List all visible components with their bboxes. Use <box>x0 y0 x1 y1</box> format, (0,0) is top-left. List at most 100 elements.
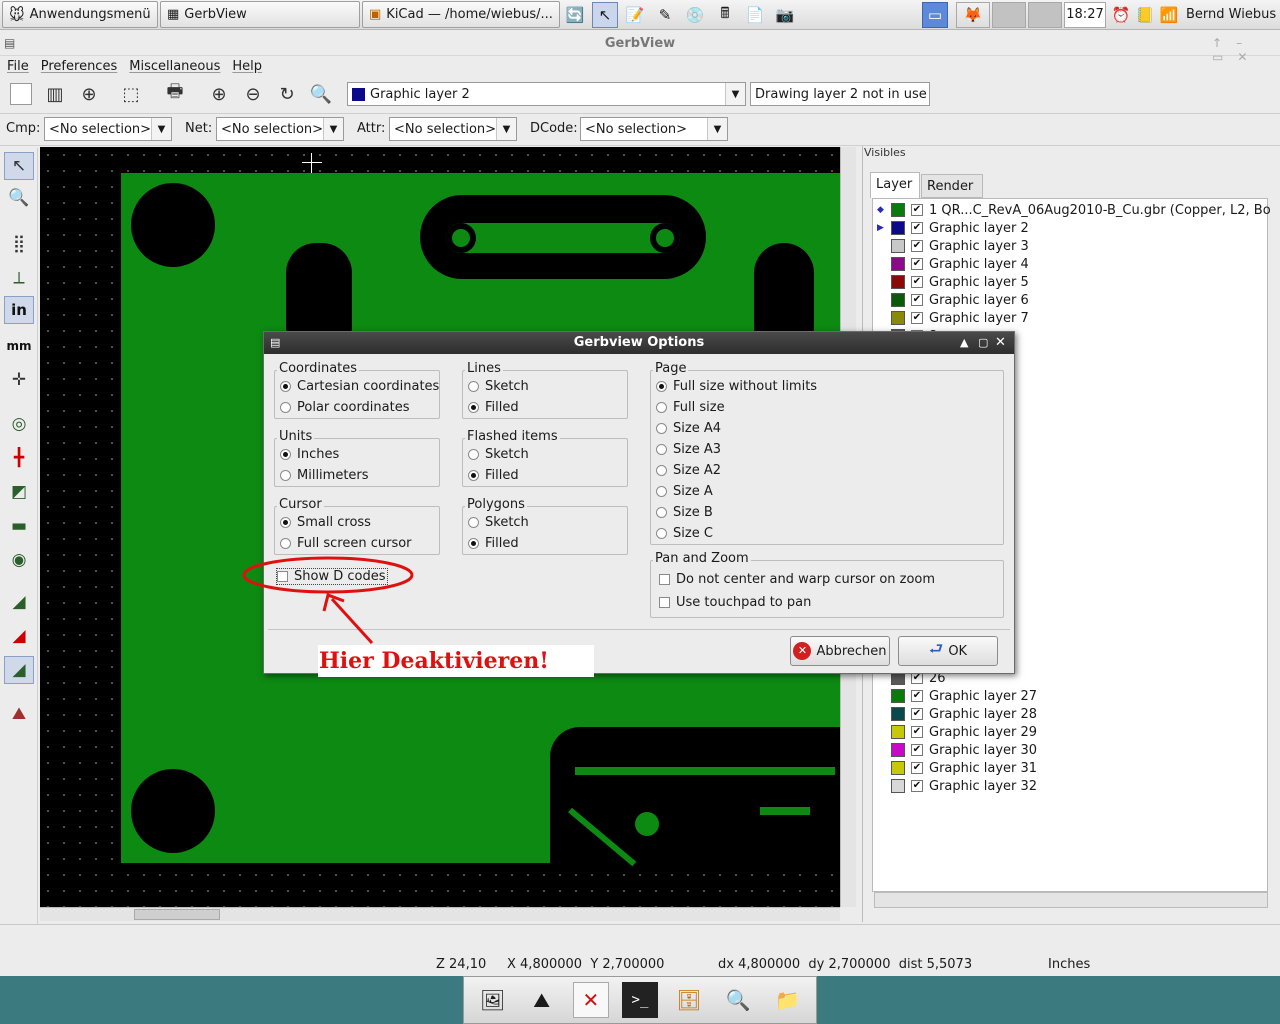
polar-radio[interactable]: Polar coordinates <box>280 400 410 415</box>
launcher-calculator-icon[interactable]: 🖩 <box>712 2 738 28</box>
inches-radio[interactable]: Inches <box>280 447 339 462</box>
redraw-button[interactable]: ↻ <box>272 80 302 108</box>
taskbar-window-gerbview[interactable]: ▦ GerbView <box>160 1 360 28</box>
layers-transparent-button[interactable]: ◢ <box>4 656 34 684</box>
attr-filter-combo[interactable]: <No selection> ▼ <box>389 117 517 141</box>
menu-preferences[interactable]: Preferences <box>41 59 117 74</box>
polygons-filled-radio[interactable]: Filled <box>468 536 519 551</box>
layer-row[interactable]: ✔ Graphic layer 6 <box>877 291 1029 309</box>
page-settings-button[interactable]: ⬚ <box>116 80 146 108</box>
layer-row[interactable]: ✔ Graphic layer 29 <box>877 723 1037 741</box>
layer-row[interactable]: ✔ Graphic layer 4 <box>877 255 1029 273</box>
small-cross-radio[interactable]: Small cross <box>280 515 371 530</box>
millimeters-radio[interactable]: Millimeters <box>280 468 369 483</box>
layer-select-combo[interactable]: Graphic layer 2 ▼ <box>347 82 746 106</box>
canvas-horizontal-scrollbar[interactable] <box>40 907 840 921</box>
layer-visibility-checkbox[interactable]: ✔ <box>911 780 923 792</box>
launcher-pointer-icon[interactable]: ↖ <box>592 2 618 28</box>
dialog-close-icon[interactable]: ✕ <box>995 332 1006 354</box>
layers-stacked-button[interactable]: ◢ <box>4 622 34 650</box>
launcher-screenshot-icon[interactable]: 📷 <box>772 2 798 28</box>
page-size-radio[interactable]: Size C <box>656 526 713 541</box>
full-screen-cursor-radio[interactable]: Full screen cursor <box>280 536 412 551</box>
lines-sketch-radio[interactable]: Sketch <box>468 379 529 394</box>
zoom-out-button[interactable]: ⊖ <box>238 80 268 108</box>
launcher-sync-icon[interactable]: 🔄 <box>562 2 588 28</box>
notes-tray-icon[interactable]: 📒 <box>1132 2 1158 28</box>
units-mm-button[interactable]: mm <box>4 332 34 360</box>
terminal-icon[interactable]: >_ <box>621 982 658 1018</box>
page-size-radio[interactable]: Full size <box>656 400 725 415</box>
horizontal-scroll-thumb[interactable] <box>134 909 220 920</box>
layer-list-horizontal-scrollbar[interactable] <box>874 892 1268 908</box>
folder-icon[interactable]: 📁 <box>769 982 805 1018</box>
layer-color-swatch[interactable] <box>891 221 905 235</box>
page-size-radio[interactable]: Size A2 <box>656 463 721 478</box>
file-cabinet-icon[interactable]: 🗄 <box>671 982 707 1018</box>
polygon-sketch-button[interactable]: ◩ <box>4 478 34 506</box>
layer-visibility-checkbox[interactable]: ✔ <box>911 240 923 252</box>
no-center-warp-checkbox[interactable]: Do not center and warp cursor on zoom <box>659 572 935 587</box>
dialog-maximize-icon[interactable]: ▢ <box>978 332 988 354</box>
ok-button[interactable]: ⮐ OK <box>898 636 998 666</box>
layer-row[interactable]: ✔ Graphic layer 28 <box>877 705 1037 723</box>
network-signal-icon[interactable]: 📶 <box>1156 2 1182 28</box>
layer-visibility-checkbox[interactable]: ✔ <box>911 726 923 738</box>
tab-render[interactable]: Render <box>921 174 983 198</box>
layers-normal-button[interactable]: ◢ <box>4 588 34 616</box>
polygons-sketch-radio[interactable]: Sketch <box>468 515 529 530</box>
flash-sketch-button[interactable]: ◎ <box>4 410 34 438</box>
launcher-disk-icon[interactable]: 💿 <box>682 2 708 28</box>
layer-row[interactable]: ✔ Graphic layer 32 <box>877 777 1037 795</box>
layer-color-swatch[interactable] <box>891 725 905 739</box>
layer-visibility-checkbox[interactable]: ✔ <box>911 744 923 756</box>
search-document-icon[interactable]: 🔍 <box>720 982 756 1018</box>
layer-visibility-checkbox[interactable]: ✔ <box>911 690 923 702</box>
window-minimize-icon[interactable]: – <box>1236 36 1256 50</box>
layer-visibility-checkbox[interactable]: ✔ <box>911 312 923 324</box>
layer-row[interactable]: ✔ Graphic layer 30 <box>877 741 1037 759</box>
net-filter-combo[interactable]: <No selection> ▼ <box>216 117 344 141</box>
workspace-1-icon[interactable]: ▭ <box>922 2 948 28</box>
menu-file[interactable]: File <box>7 59 29 74</box>
zoom-fit-button[interactable]: 🔍 <box>306 80 336 108</box>
layer-color-swatch[interactable] <box>891 293 905 307</box>
select-tool-button[interactable]: ↖ <box>4 152 34 180</box>
user-name[interactable]: Bernd Wiebus <box>1186 7 1276 22</box>
taskbar-window-kicad[interactable]: ▣ KiCad — /home/wiebus/... <box>362 1 560 28</box>
network-drive-icon[interactable]: ⛰ <box>524 982 560 1018</box>
workspace-4[interactable] <box>1028 2 1062 28</box>
layer-color-swatch[interactable] <box>891 743 905 757</box>
cursor-shape-button[interactable]: ✛ <box>4 366 34 394</box>
dcode-filter-combo[interactable]: <No selection> ▼ <box>580 117 728 141</box>
layer-color-swatch[interactable] <box>891 761 905 775</box>
cmp-filter-combo[interactable]: <No selection> ▼ <box>44 117 172 141</box>
window-menu-icon[interactable]: ▤ <box>4 36 15 50</box>
page-size-radio[interactable]: Size A <box>656 484 713 499</box>
layer-row[interactable]: ✔ Graphic layer 3 <box>877 237 1029 255</box>
units-inches-button[interactable]: in <box>4 296 34 324</box>
layer-color-swatch[interactable] <box>891 257 905 271</box>
layer-visibility-checkbox[interactable]: ✔ <box>911 276 923 288</box>
alarm-clock-icon[interactable]: ⏰ <box>1108 2 1134 28</box>
lines-sketch-button[interactable]: ╋ <box>4 444 34 472</box>
layer-color-swatch[interactable] <box>891 311 905 325</box>
cartesian-radio[interactable]: Cartesian coordinates <box>280 379 439 394</box>
dialog-shade-icon[interactable]: ▲ <box>960 332 968 354</box>
layer-visibility-checkbox[interactable]: ✔ <box>911 708 923 720</box>
close-window-icon[interactable]: ✕ <box>572 982 609 1018</box>
flashed-sketch-radio[interactable]: Sketch <box>468 447 529 462</box>
flashed-filled-radio[interactable]: Filled <box>468 468 519 483</box>
layer-visibility-checkbox[interactable]: ✔ <box>911 762 923 774</box>
print-button[interactable]: 🖶 <box>160 80 190 108</box>
applications-menu-button[interactable]: 🐭 Anwendungsmenü <box>2 1 158 28</box>
menu-miscellaneous[interactable]: Miscellaneous <box>129 59 220 74</box>
launcher-notes-icon[interactable]: 📝 <box>622 2 648 28</box>
lines-filled-radio[interactable]: Filled <box>468 400 519 415</box>
page-size-radio[interactable]: Size B <box>656 505 713 520</box>
layer-row[interactable]: ◆ ✔ 1 QR...C_RevA_06Aug2010-B_Cu.gbr (Copp… <box>877 201 1271 219</box>
clear-layers-button[interactable] <box>6 80 36 108</box>
window-maximize-icon[interactable]: ↑ <box>1212 36 1236 50</box>
launcher-document-icon[interactable]: 📄 <box>742 2 768 28</box>
layer-row[interactable]: ✔ Graphic layer 5 <box>877 273 1029 291</box>
